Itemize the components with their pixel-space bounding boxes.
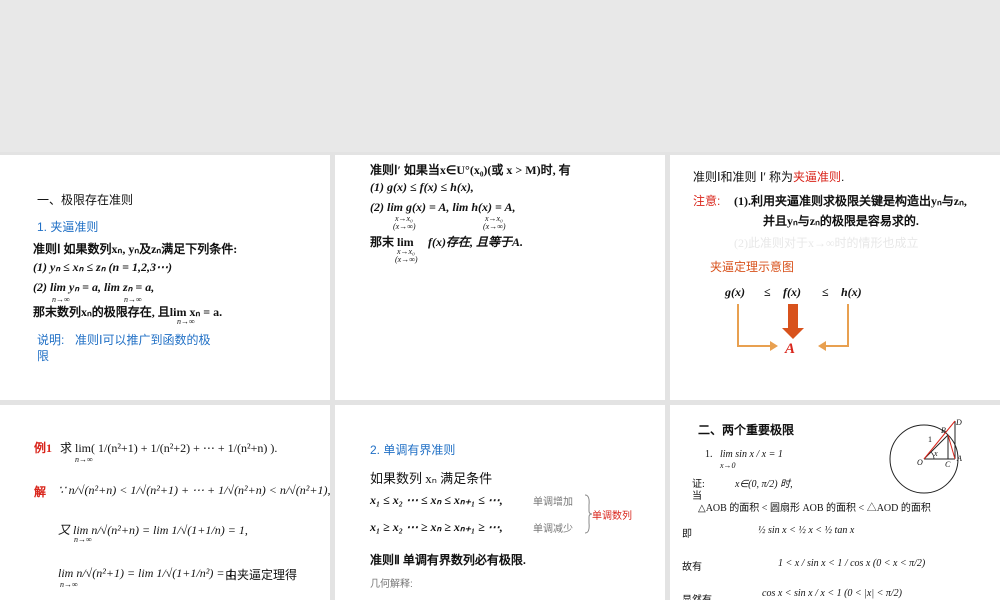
note-label: 说明: [37,333,65,347]
unit-circle-figure [889,420,959,494]
label-C: C [945,460,951,469]
top-blank-area [0,0,1000,152]
le-symbol: ≤ [822,285,829,299]
section-heading: 二、两个重要极限 [698,423,795,437]
limit-subscript: n→∞ [74,535,92,544]
slide-squeeze-function[interactable]: 准则Ⅰ′ 如果当x∈U°(x₀)(或 x > M)时, 有 (1) g(x) ≤… [335,155,665,400]
limit-2: lim n/√(n²+1) = lim 1/√(1+1/n²) = 1, [58,566,237,580]
left-arrow-head [770,341,778,351]
squeeze-term: 夹逼准则 [793,170,842,184]
right-arrow [826,304,849,347]
center-arrow [788,304,798,330]
right-arrow-head [818,341,826,351]
example-problem: 求 lim( 1/(n²+1) + 1/(n²+2) + ⋯ + 1/(n²+n… [60,441,278,455]
proof-condition: x∈(0, π/2) 时, [735,479,793,490]
note-3-faded: (2)此准则对于x→∞时的情形也成立 [734,236,919,250]
decreasing-sequence: x₁ ≥ x₂ ⋯ ≥ xₙ ≥ xₙ₊₁ ≥ ⋯, [370,520,503,534]
rule-statement: 准则Ⅰ 如果数列xₙ, yₙ及zₙ满足下列条件: [33,242,238,256]
note-2: 并且yₙ与zₙ的极限是容易求的. [763,214,919,228]
diagram-title: 夹逼定理示意图 [710,260,795,274]
label-x: x [934,449,938,458]
slide-monotone-bounded[interactable]: 2. 单调有界准则 如果数列 xₙ 满足条件 x₁ ≤ x₂ ⋯ ≤ xₙ ≤ … [335,405,665,600]
geometric-label: 几何解释: [370,579,413,590]
section-heading: 一、极限存在准则 [37,193,134,207]
note-text-cont: 限 [37,349,50,363]
period: . [841,170,845,184]
decreasing-label: 单调减少 [533,524,573,535]
rule-statement: 准则Ⅰ′ 如果当x∈U°(x₀)(或 x > M)时, 有 [370,163,571,177]
limit-expression: lim sin x / x = 1 [720,449,783,460]
gu-expression: 1 < x / sin x < 1 / cos x (0 < x < π/2) [778,558,926,569]
limit-subscript-alt: (x→∞) [393,222,416,231]
label-1: 1 [928,435,932,444]
xian-label: 显然有 [682,591,712,600]
limit-subscript-alt: (x→∞) [483,222,506,231]
label-D: D [956,418,962,427]
note-text: 准则Ⅰ可以推广到函数的极 [75,333,211,347]
increasing-label: 单调增加 [533,497,573,508]
monotone-label: 单调数列 [592,511,632,522]
inequality: ∵ n/√(n²+n) < 1/√(n²+1) + ⋯ + 1/√(n²+n) … [58,483,330,497]
limit-subscript: n→∞ [177,317,195,326]
item-number: 1. [705,449,713,460]
note-label: 注意: [693,194,721,208]
limit-subscript: x→0 [720,461,736,470]
slide-squeeze-theorem[interactable]: 一、极限存在准则 1. 夹逼准则 准则Ⅰ 如果数列xₙ, yₙ及zₙ满足下列条件… [0,155,330,400]
limit-subscript: n→∞ [60,580,78,589]
example-label: 例1 [34,441,53,455]
label-B: B [941,426,946,435]
condition-2: (2) lim yₙ = a, lim zₙ = a, [33,280,155,294]
label-O: O [917,458,923,467]
ji-label: 即 [682,529,692,540]
squeeze-conclusion: 由夹逼定理得 [225,568,298,582]
subsection-heading: 2. 单调有界准则 [370,443,456,457]
naming-text-a: 准则Ⅰ和准则 Ⅰ′ 称为 [693,170,793,184]
limit-subscript: n→∞ [75,455,93,464]
squeeze-diagram [737,304,849,351]
limit-A: A [785,341,796,357]
subsection-heading: 1. 夹逼准则 [37,220,99,234]
condition-text: 如果数列 xₙ 满足条件 [370,471,493,486]
gu-label: 故有 [682,562,702,573]
le-symbol: ≤ [764,285,771,299]
condition-2: (2) lim g(x) = A, lim h(x) = A, [370,200,516,214]
h-function: h(x) [841,285,862,299]
solution-label: 解 [34,485,47,499]
rule-statement: 准则Ⅱ 单调有界数列必有极限. [370,553,526,567]
increasing-sequence: x₁ ≤ x₂ ⋯ ≤ xₙ ≤ xₙ₊₁ ≤ ⋯, [370,493,503,507]
xian-expression: cos x < sin x / x < 1 (0 < |x| < π/2) [762,588,902,599]
label-A: A [957,454,962,463]
conclusion-rest: f(x)存在, 且等于A. [428,235,523,249]
area-comparison: △AOB 的面积 < 圆扇形 AOB 的面积 < △AOD 的面积 [698,503,931,514]
slide-example-1[interactable]: 例1 求 lim( 1/(n²+1) + 1/(n²+2) + ⋯ + 1/(n… [0,405,330,600]
f-function: f(x) [783,285,801,299]
condition-1: (1) g(x) ≤ f(x) ≤ h(x), [370,180,474,194]
slide-important-limits[interactable]: 二、两个重要极限 1. lim sin x / x = 1 x→0 证: x∈(… [670,405,1000,600]
center-arrow-head [782,328,804,339]
ji-expression: ½ sin x < ½ x < ½ tan x [758,525,855,536]
slide-squeeze-notes[interactable]: 准则Ⅰ和准则 Ⅰ′ 称为夹逼准则. 注意: (1).利用夹逼准则求极限关键是构造… [670,155,1000,400]
left-arrow [737,304,770,347]
naming-text: 准则Ⅰ和准则 Ⅰ′ 称为夹逼准则. [693,168,844,185]
g-function: g(x) [725,285,745,299]
limit-subscript-alt: (x→∞) [395,255,418,264]
note-1: (1).利用夹逼准则求极限关键是构造出yₙ与zₙ, [734,194,967,208]
condition-1: (1) yₙ ≤ xₙ ≤ zₙ (n = 1,2,3⋯) [33,260,173,274]
